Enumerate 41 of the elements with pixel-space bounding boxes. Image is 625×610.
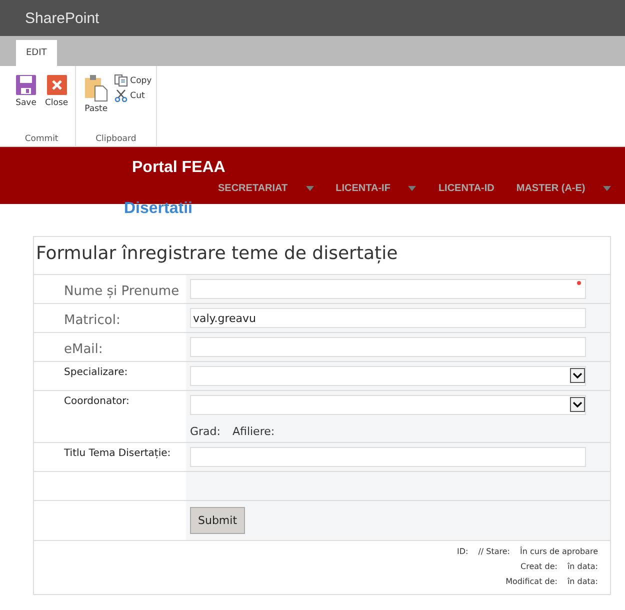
dropdown-field[interactable] [190, 395, 586, 415]
meta-label: ID: [457, 547, 468, 556]
ribbon-tab[interactable]: EDIT [16, 40, 57, 66]
nav-link[interactable]: LICENTA-IF [336, 183, 390, 194]
text-field[interactable]: valy.greavu [190, 308, 586, 328]
paste-button[interactable]: Paste [80, 74, 112, 114]
info-label: Grad: [190, 425, 220, 438]
scissors-icon [114, 89, 128, 102]
meta-label: Modificat de: [506, 577, 558, 586]
text-field[interactable] [190, 279, 586, 299]
field-label: Matricol: [64, 313, 120, 328]
meta-label: în data: [567, 577, 598, 586]
field-label: Nume și Prenume [64, 284, 180, 299]
nav-link[interactable]: LICENTA-ID [438, 183, 494, 194]
field-label: eMail: [64, 342, 103, 357]
ribbon-group-label: Clipboard [94, 134, 138, 144]
text-field[interactable] [190, 337, 586, 357]
ribbon-group-label: Commit [24, 134, 60, 144]
nav-link[interactable]: SECRETARIAT [218, 183, 288, 194]
site-title[interactable]: Portal FEAA [132, 159, 226, 177]
cut-button[interactable]: Cut [114, 89, 152, 102]
nav-link[interactable]: MASTER (A-E) [516, 183, 586, 194]
meta-label: // Stare: [478, 547, 510, 556]
dropdown-caret-icon[interactable] [570, 368, 585, 383]
field-label: Coordonator: [64, 396, 130, 407]
submit-button[interactable]: Submit [190, 507, 246, 534]
copy-icon [114, 74, 128, 87]
dropdown-field[interactable] [190, 366, 586, 386]
info-label: Afiliere: [232, 425, 275, 438]
app-title: SharePoint [25, 10, 100, 26]
meta-label: în data: [567, 562, 598, 571]
text-field[interactable] [190, 447, 586, 467]
page-title: Disertatii [124, 200, 192, 218]
copy-button[interactable]: Copy [114, 74, 152, 87]
meta-label: Creat de: [520, 562, 558, 571]
field-label: Specializare: [64, 367, 129, 378]
field-label: Titlu Tema Disertație: [64, 448, 172, 459]
save-button[interactable]: Save [12, 74, 40, 108]
close-button[interactable]: Close [42, 74, 72, 108]
dropdown-caret-icon[interactable] [570, 397, 585, 412]
meta-label: În curs de aprobare [520, 547, 598, 556]
